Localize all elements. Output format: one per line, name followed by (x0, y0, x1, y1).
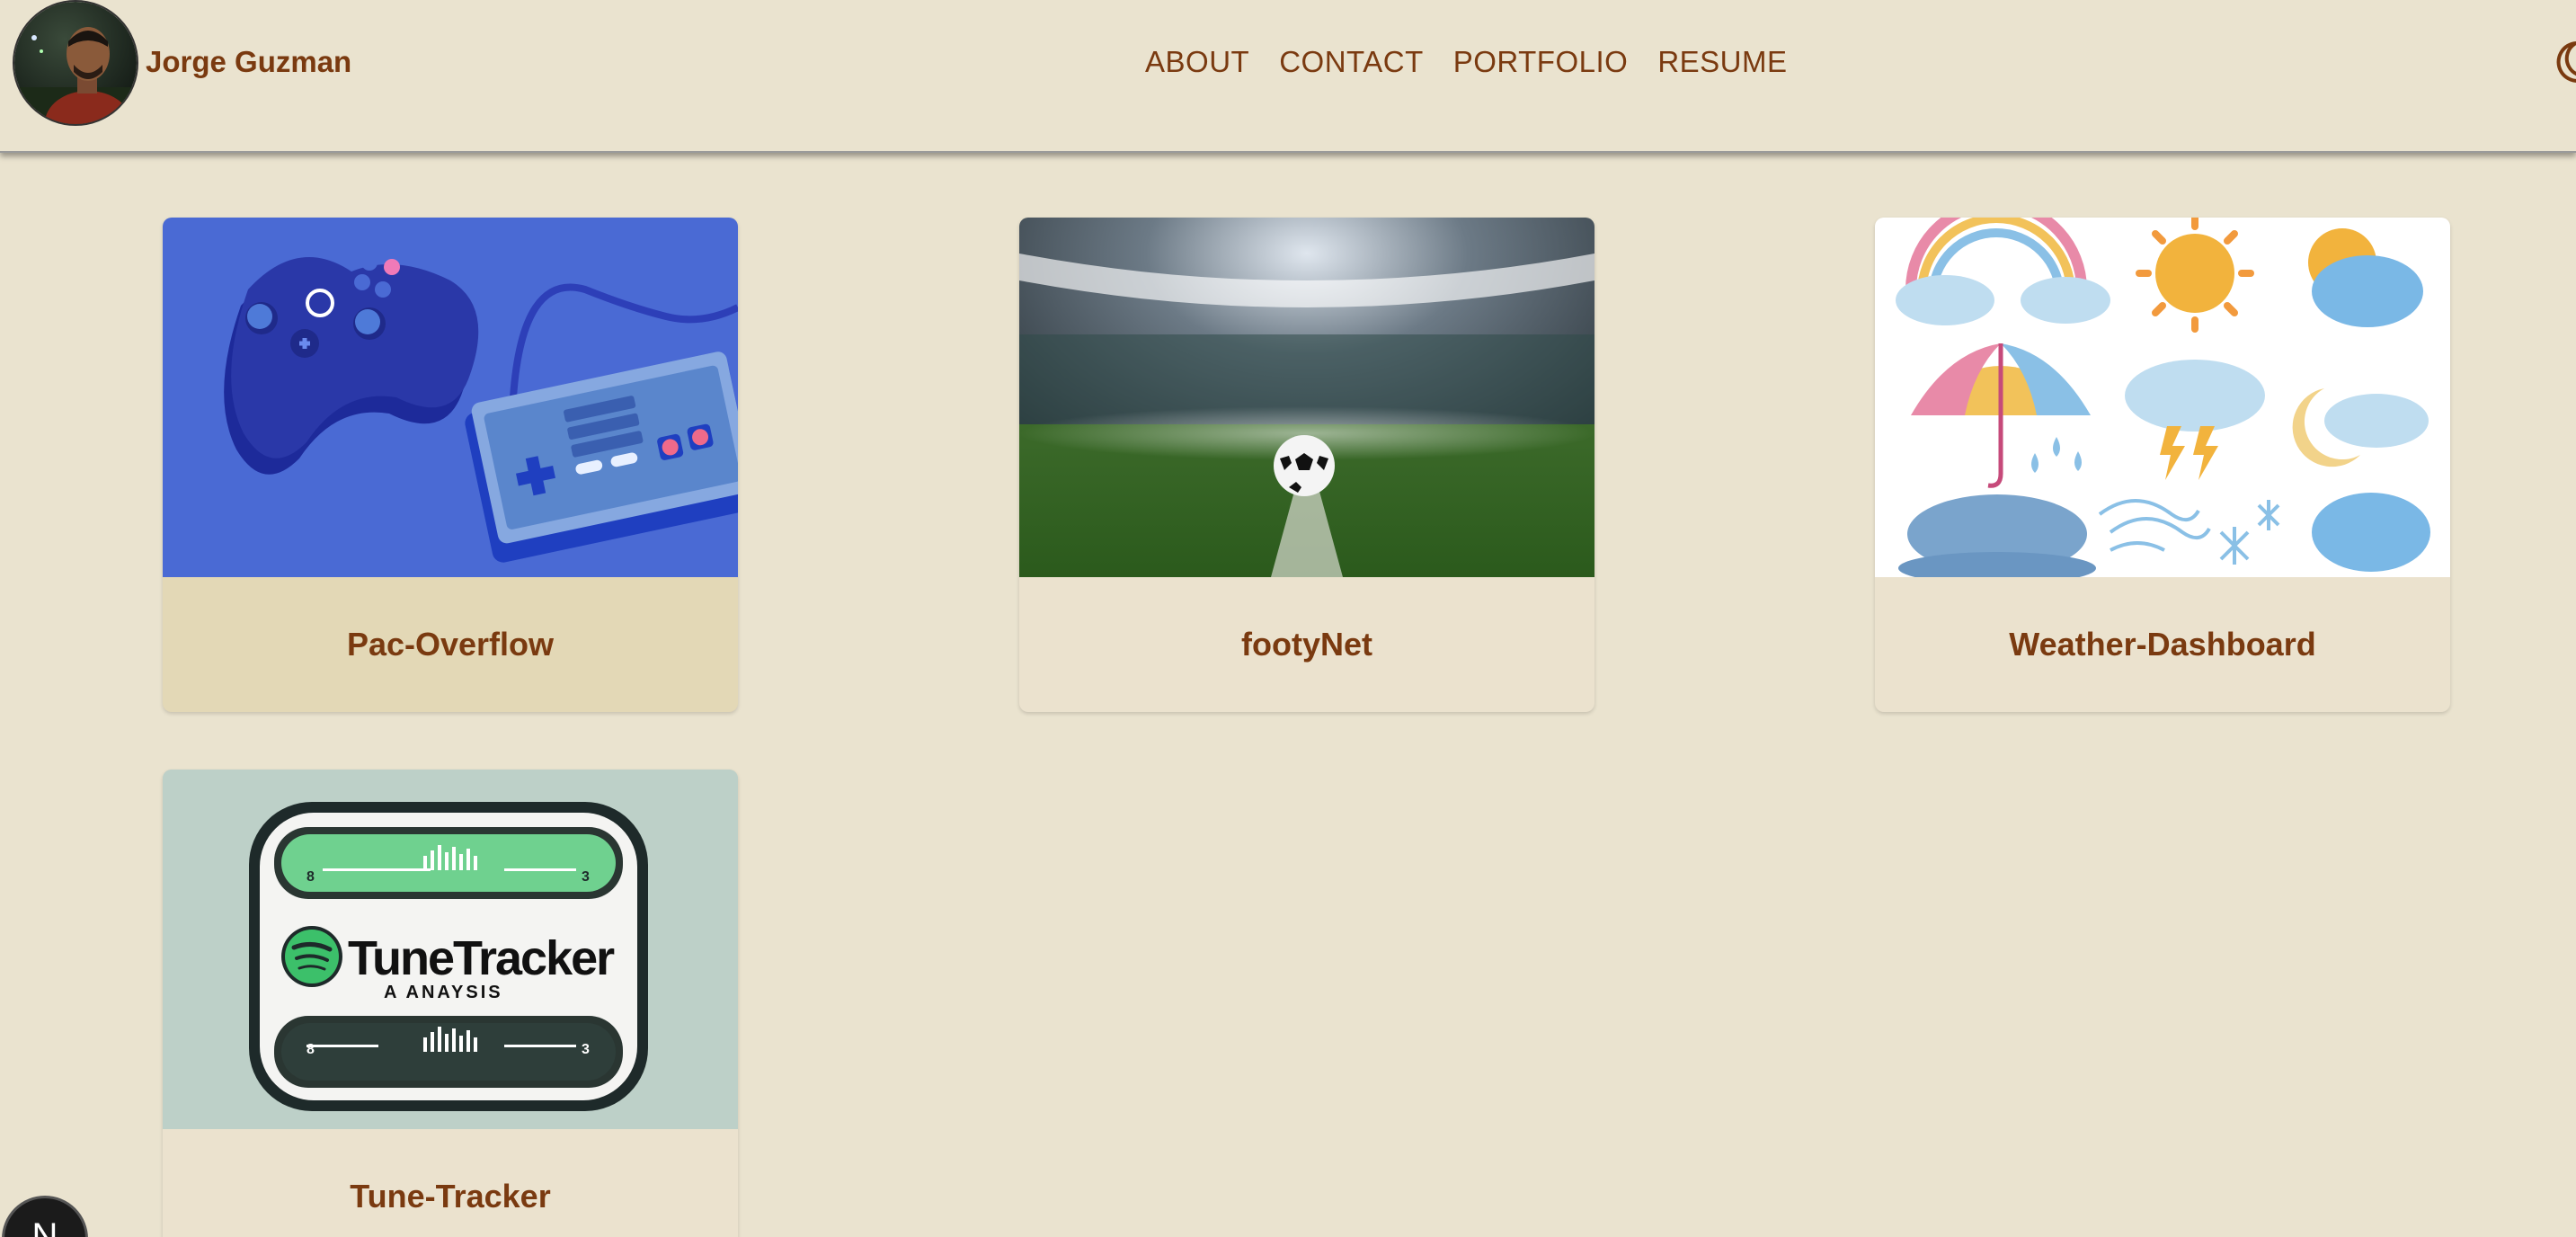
project-card-pac-overflow[interactable]: Pac-Overflow (163, 218, 738, 712)
nav-contact-link[interactable]: CONTACT (1279, 45, 1424, 79)
tunetracker-logo-tagline: A ANAYSIS (384, 983, 503, 1002)
nav-about-link[interactable]: ABOUT (1145, 45, 1249, 79)
project-card-tune-tracker[interactable]: 8 3 8 3 TuneTracker A ANAYSIS Tune-Track… (163, 770, 738, 1237)
project-card-footynet[interactable]: footyNet (1019, 218, 1594, 712)
theme-toggle-button[interactable] (2549, 40, 2576, 85)
project-title: Weather-Dashboard (2009, 626, 2316, 663)
project-title: footyNet (1241, 626, 1372, 663)
project-title: Pac-Overflow (346, 626, 555, 663)
site-header: Jorge Guzman ABOUT CONTACT PORTFOLIO RES… (0, 0, 2576, 153)
project-card-weather-dashboard[interactable]: Weather-Dashboard (1875, 218, 2450, 712)
tunetracker-left-number-bottom: 8 (306, 1042, 315, 1057)
site-owner-name[interactable]: Jorge Guzman (146, 45, 351, 79)
tunetracker-left-number: 8 (306, 869, 315, 885)
main-nav: ABOUT CONTACT PORTFOLIO RESUME (1145, 45, 1788, 79)
nav-portfolio-link[interactable]: PORTFOLIO (1453, 45, 1629, 79)
footynet-thumbnail (1019, 218, 1594, 577)
weather-dashboard-thumbnail (1875, 218, 2450, 577)
avatar[interactable] (13, 0, 138, 126)
pac-overflow-thumbnail (163, 218, 738, 577)
dev-tools-badge[interactable]: N (2, 1196, 88, 1237)
tunetracker-right-number-bottom: 3 (582, 1042, 590, 1057)
moon-icon (2556, 41, 2576, 83)
tunetracker-logo-name: TuneTracker (348, 931, 615, 985)
nav-resume-link[interactable]: RESUME (1657, 45, 1787, 79)
tune-tracker-thumbnail: 8 3 8 3 TuneTracker A ANAYSIS (163, 770, 738, 1129)
tunetracker-right-number: 3 (582, 869, 590, 885)
project-title: Tune-Tracker (350, 1178, 551, 1215)
